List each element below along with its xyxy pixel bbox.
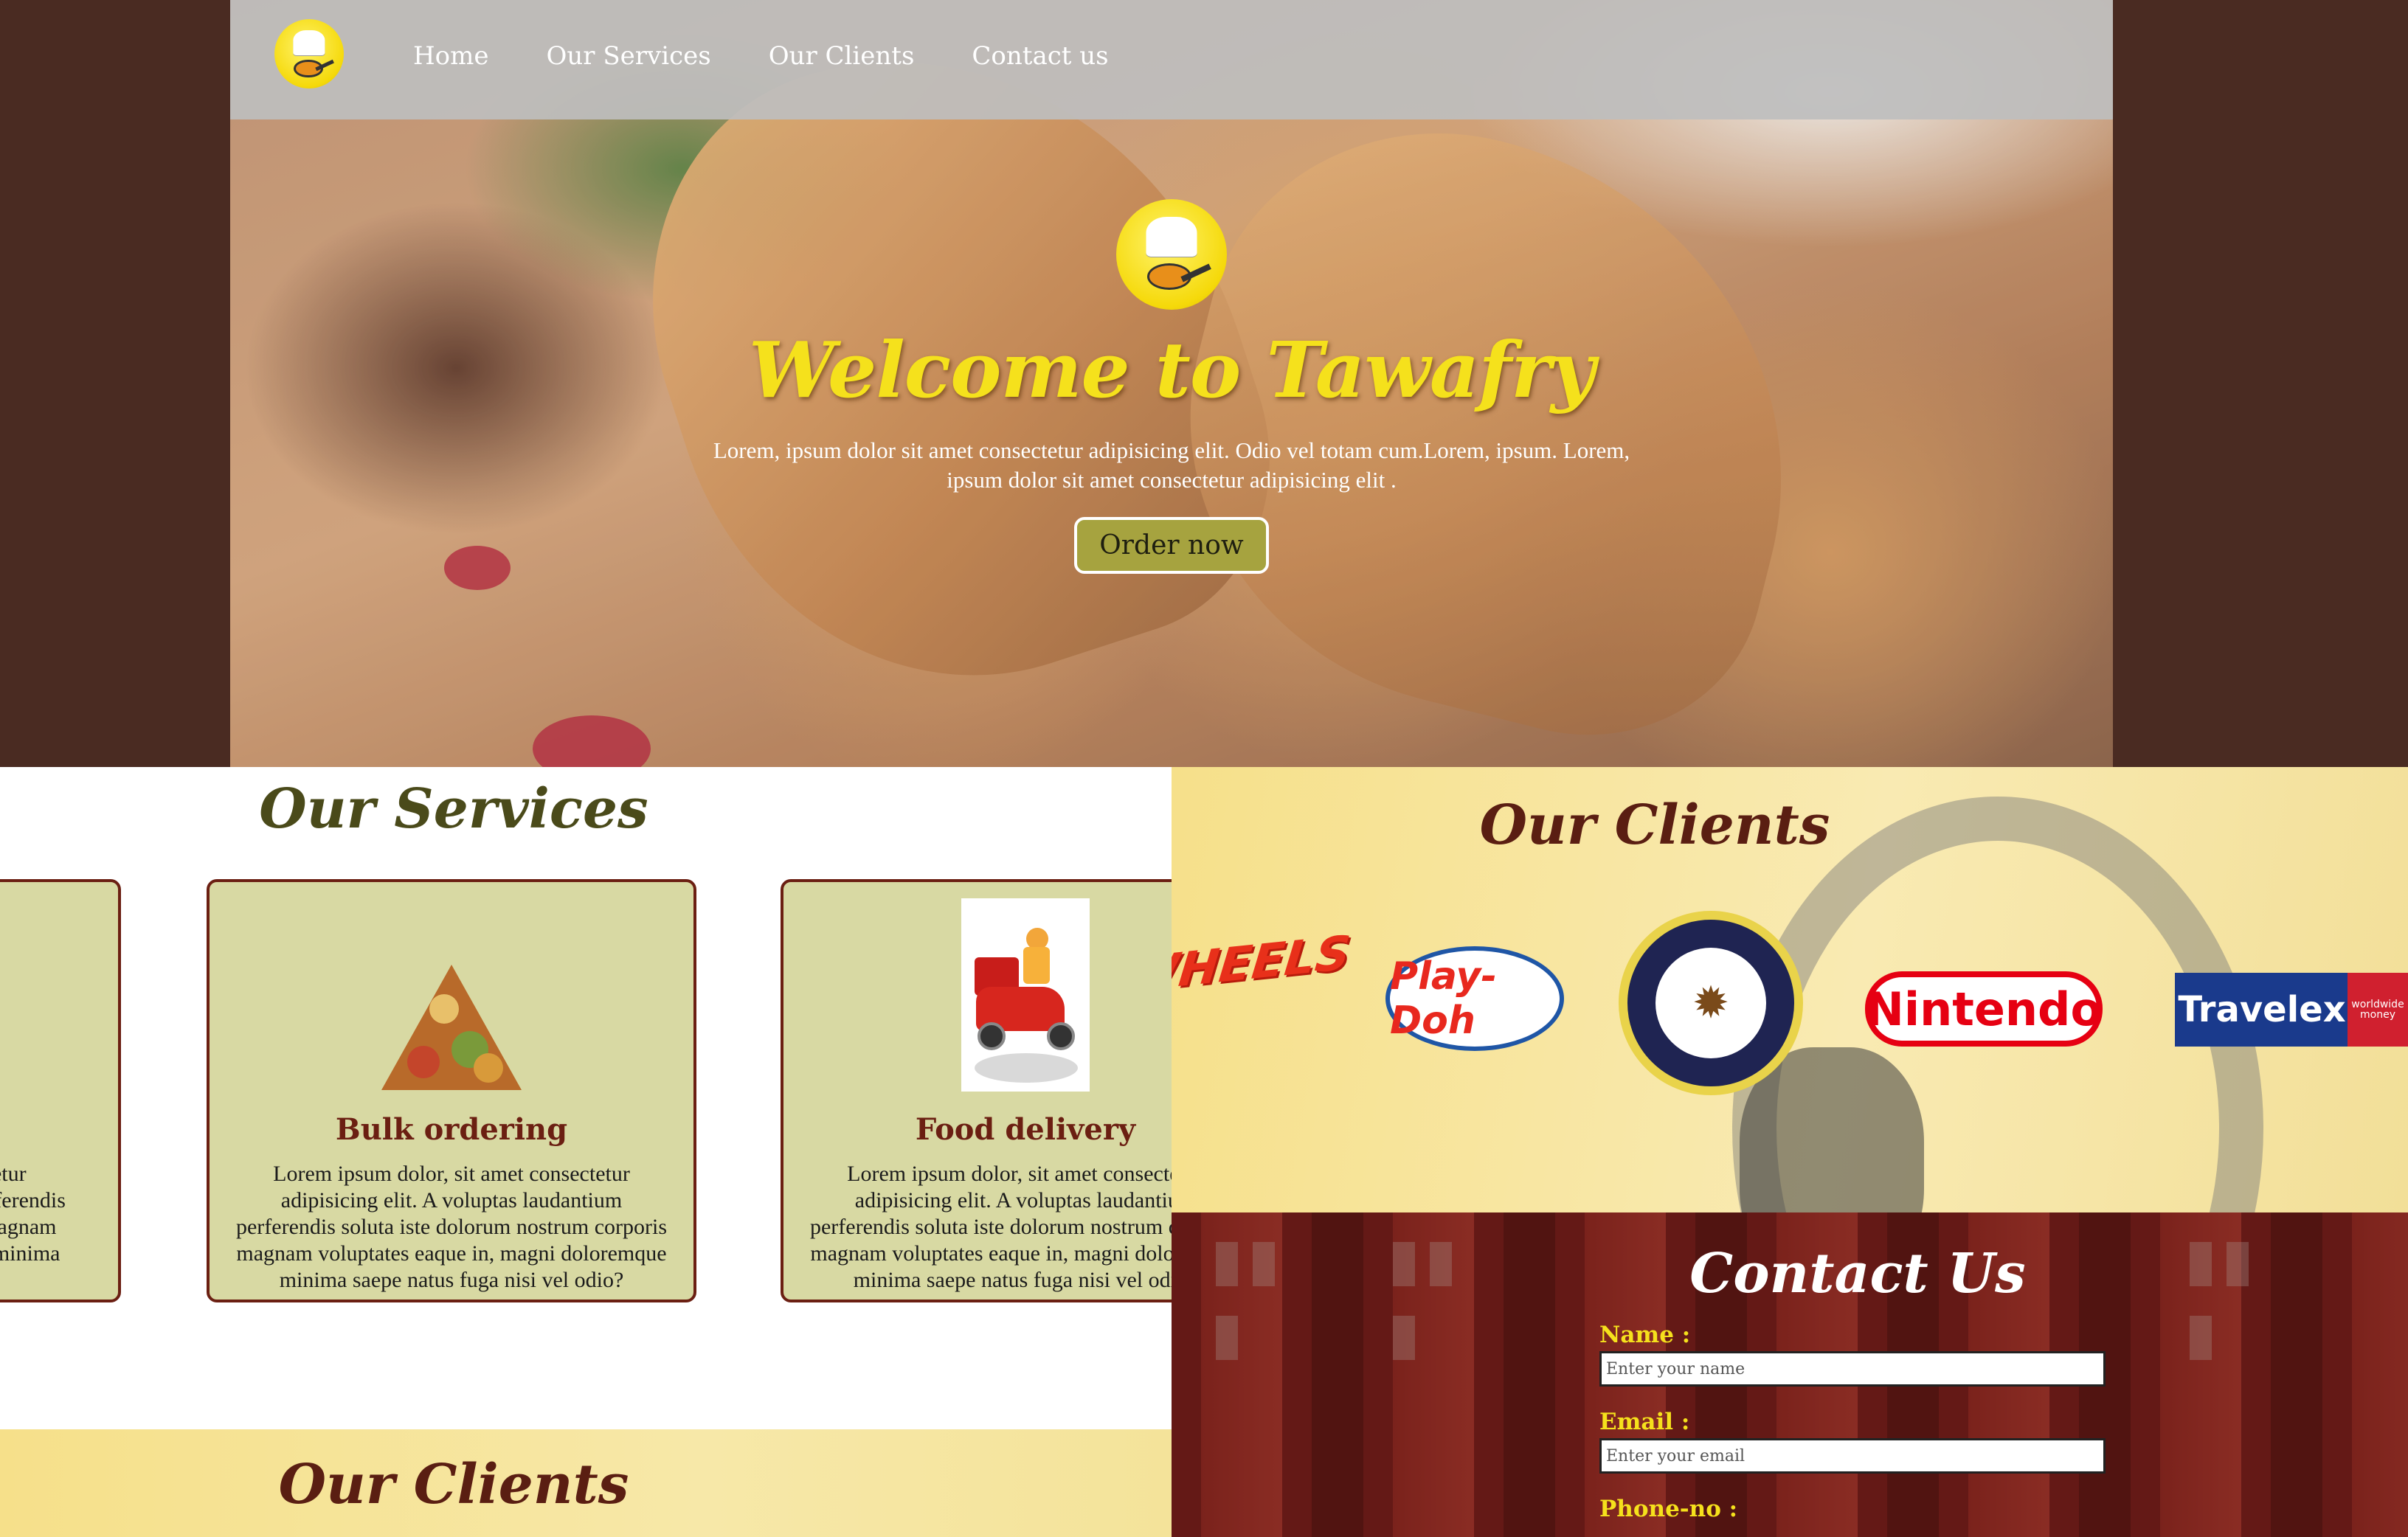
hero-title: Welcome to Tawafry <box>748 325 1595 415</box>
travelex-tagline: worldwide money <box>2348 973 2408 1047</box>
contact-title: Contact Us <box>1689 1242 2026 1305</box>
contact-section: Contact Us Name : Email : Phone-no : <box>1172 1212 2408 1537</box>
clients-title: Our Clients <box>1479 794 1830 857</box>
nav-link-clients[interactable]: Our Clients <box>769 41 915 71</box>
services-title: Our Services <box>259 777 648 841</box>
client-logo-nintendo: Nintendo <box>1865 971 2103 1047</box>
hero-section: Home Our Services Our Clients Contact us… <box>230 0 2113 767</box>
name-label: Name : <box>1599 1322 1691 1348</box>
hero-garnish-2 <box>533 715 651 767</box>
services-section: Our Services ectetur perferendis s magna… <box>0 767 1172 1429</box>
phone-label: Phone-no : <box>1599 1496 1738 1522</box>
nav-link-home[interactable]: Home <box>413 41 488 71</box>
clients-section-mobile-preview: Our Clients <box>0 1429 1172 1537</box>
hero-content: Welcome to Tawafry Lorem, ipsum dolor si… <box>230 199 2113 574</box>
eagle-icon: ✹ <box>1656 948 1766 1058</box>
name-input[interactable] <box>1599 1351 2106 1387</box>
service-card-food-delivery: Food delivery Lorem ipsum dolor, sit ame… <box>781 879 1172 1302</box>
client-logo-playdoh: Play-Doh <box>1385 946 1564 1051</box>
service-card-partial-text: ectetur perferendis s magnam ue minima o… <box>0 1162 66 1266</box>
service-card-title: Bulk ordering <box>335 1112 568 1147</box>
service-card-title: Food delivery <box>915 1112 1136 1147</box>
delivery-scooter-icon <box>961 898 1090 1092</box>
service-card-partial: ectetur perferendis s magnam ue minima o… <box>0 879 121 1302</box>
nav-links: Home Our Services Our Clients Contact us <box>413 41 1109 71</box>
client-logo-travelex: Travelex worldwide money <box>2175 973 2408 1047</box>
client-logo-presidential-seal: ✹ <box>1619 911 1803 1095</box>
client-logo-hotwheels: WHEELS <box>1172 926 1353 1004</box>
email-label: Email : <box>1599 1409 1690 1435</box>
food-pyramid-icon <box>381 965 522 1090</box>
order-now-button[interactable]: Order now <box>1074 517 1269 574</box>
top-navbar: Home Our Services Our Clients Contact us <box>230 0 2113 119</box>
chef-logo-icon[interactable] <box>274 19 344 89</box>
nav-link-contact[interactable]: Contact us <box>972 41 1108 71</box>
service-card-text: Lorem ipsum dolor, sit amet consectetur … <box>809 1162 1172 1292</box>
clients-title-preview: Our Clients <box>278 1453 629 1516</box>
email-input[interactable] <box>1599 1438 2106 1474</box>
service-card-bulk-ordering: Bulk ordering Lorem ipsum dolor, sit ame… <box>207 879 696 1302</box>
contact-form: Contact Us Name : Email : Phone-no : <box>1599 1242 2116 1525</box>
client-logo-carousel: WHEELS Play-Doh ✹ Nintendo Travelex worl… <box>1172 881 2408 1095</box>
clients-section: Our Clients WHEELS Play-Doh ✹ Nintendo T… <box>1172 767 2408 1212</box>
service-card-text: Lorem ipsum dolor, sit amet consectetur … <box>235 1162 668 1292</box>
nav-link-services[interactable]: Our Services <box>546 41 710 71</box>
hero-description: Lorem, ipsum dolor sit amet consectetur … <box>713 437 1630 493</box>
chef-logo-icon <box>1116 199 1227 310</box>
travelex-wordmark: Travelex <box>2178 989 2346 1030</box>
